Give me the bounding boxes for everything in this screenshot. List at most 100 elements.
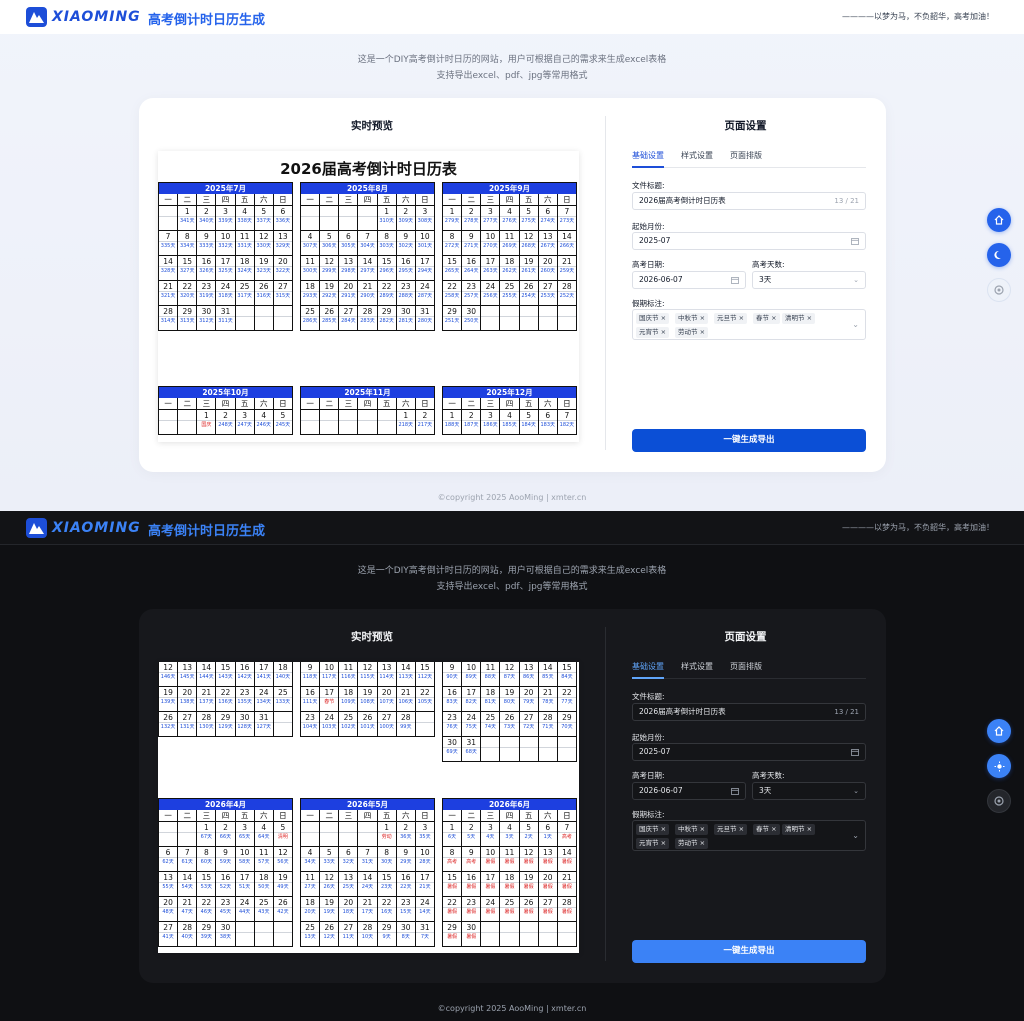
holiday-tag[interactable]: 中秋节 ×	[675, 824, 709, 835]
tab-page-layout[interactable]: 页面排版	[730, 150, 762, 168]
countdown-label: 263天	[483, 268, 498, 274]
holiday-tag[interactable]: 国庆节 ×	[636, 824, 670, 835]
theme-toggle-button[interactable]	[987, 754, 1011, 778]
day-cell: 23 257天	[462, 281, 482, 305]
countdown-label: 56天	[277, 859, 289, 865]
tab-style-settings[interactable]: 样式设置	[681, 661, 713, 679]
countdown-label: 136天	[218, 699, 233, 705]
countdown-label: 309天	[398, 218, 414, 224]
day-number: 17	[481, 872, 500, 883]
day-cell: 25 102天	[339, 712, 359, 736]
holiday-tag[interactable]: 中秋节 ×	[675, 313, 709, 324]
export-button[interactable]: 一键生成导出	[632, 429, 866, 452]
tab-page-layout[interactable]: 页面排版	[730, 661, 762, 679]
day-number: 29	[377, 306, 396, 317]
countdown-label: 13天	[304, 934, 316, 940]
exam-date-picker[interactable]: 2026-06-07	[632, 782, 746, 800]
panel-divider	[605, 116, 606, 450]
day-cell: 26 73天	[500, 712, 520, 736]
holiday-tag[interactable]: 春节 ×	[753, 824, 780, 835]
countdown-label: 44天	[238, 909, 251, 915]
day-cell: 20 322天	[273, 256, 292, 280]
countdown-label: 265天	[444, 268, 460, 274]
day-cell: 30 281天	[396, 306, 416, 330]
logo-text[interactable]: XIAOMING	[52, 9, 141, 25]
day-number: 7	[557, 410, 576, 421]
countdown-label: 国庆	[201, 422, 212, 428]
day-cell: 26 254天	[519, 281, 539, 305]
day-cell	[377, 410, 397, 434]
theme-toggle-button[interactable]	[987, 243, 1011, 267]
exam-date-picker[interactable]: 2026-06-07	[632, 271, 746, 289]
day-number: 25	[481, 712, 500, 723]
home-float-button[interactable]	[987, 719, 1011, 743]
tab-basic-settings[interactable]: 基础设置	[632, 150, 664, 168]
weekday-label: 五	[378, 398, 397, 409]
day-number: 21	[557, 256, 576, 267]
day-cell: 28 40天	[178, 922, 198, 946]
tab-basic-settings[interactable]: 基础设置	[632, 661, 664, 679]
holiday-tag[interactable]: 元宵节 ×	[636, 327, 670, 338]
home-float-button[interactable]	[987, 208, 1011, 232]
file-title-input[interactable]: 2026届高考倒计时日历表 13 / 21	[632, 192, 866, 210]
countdown-label: 77天	[561, 699, 573, 705]
day-cell: 12 330天	[254, 231, 274, 255]
countdown-label: 253天	[540, 293, 556, 299]
day-cell: 1 劳动	[377, 822, 397, 846]
holiday-tag[interactable]: 春节 ×	[753, 313, 780, 324]
start-month-picker[interactable]: 2025-07	[632, 232, 866, 250]
calendar-preview[interactable]: 12 146天 13 145天 14 144天 15 143天 16 142天 17 141天 18 14…	[158, 662, 579, 953]
countdown-label	[236, 933, 254, 934]
day-number: 7	[557, 206, 576, 217]
weekday-label: 六	[255, 398, 274, 409]
day-number: 2	[396, 822, 415, 833]
day-cell	[254, 306, 274, 330]
logo-icon[interactable]	[26, 518, 47, 538]
countdown-label: 18天	[342, 909, 355, 915]
day-number: 26	[519, 281, 538, 292]
settings-title: 页面设置	[724, 631, 767, 643]
day-cell: 19 139天	[159, 687, 179, 711]
exam-days-value: 3天	[759, 786, 772, 795]
day-cell	[481, 306, 501, 330]
day-cell: 22 77天	[557, 687, 576, 711]
exam-days-select[interactable]: 3天 ⌄	[752, 782, 866, 800]
holiday-tag[interactable]: 清明节 ×	[782, 313, 816, 324]
day-cell: 17 325天	[216, 256, 236, 280]
holiday-tag[interactable]: 元旦节 ×	[714, 313, 748, 324]
weekday-label: 日	[563, 811, 571, 820]
day-cell	[538, 737, 558, 761]
countdown-label: 335天	[160, 243, 176, 249]
calendar-preview[interactable]: 2026届高考倒计时日历表 2025年7月一二三四五六日 1 341天 2 340天 3 3…	[158, 151, 579, 442]
holiday-tag[interactable]: 国庆节 ×	[636, 313, 670, 324]
holiday-tag[interactable]: 元旦节 ×	[714, 824, 748, 835]
tab-style-settings[interactable]: 样式设置	[681, 150, 713, 168]
weekday-label: 日	[279, 811, 287, 820]
logo-text[interactable]: XIAOMING	[52, 520, 141, 536]
exam-days-select[interactable]: 3天 ⌄	[752, 271, 866, 289]
day-number: 21	[159, 281, 178, 292]
day-number: 18	[273, 662, 292, 673]
countdown-label: 268天	[521, 243, 536, 249]
logo-icon[interactable]	[26, 7, 47, 27]
holiday-tag[interactable]: 劳动节 ×	[675, 838, 709, 849]
holiday-tag[interactable]: 劳动节 ×	[675, 327, 709, 338]
file-title-input[interactable]: 2026届高考倒计时日历表 13 / 21	[632, 703, 866, 721]
day-cell: 8 334天	[178, 231, 198, 255]
day-cell: 3 186天	[481, 410, 501, 434]
export-button[interactable]: 一键生成导出	[632, 940, 866, 963]
holiday-tag[interactable]: 元宵节 ×	[636, 838, 670, 849]
start-month-picker[interactable]: 2025-07	[632, 743, 866, 761]
github-float-button[interactable]	[987, 278, 1011, 302]
holiday-multiselect[interactable]: 国庆节 × 中秋节 × 元旦节 × 春节 × 清明节 × 元宵节 × 劳动节 ×…	[632, 820, 866, 851]
countdown-label: 302天	[398, 243, 414, 249]
github-float-button[interactable]	[987, 789, 1011, 813]
day-number	[159, 410, 178, 421]
holiday-multiselect[interactable]: 国庆节 × 中秋节 × 元旦节 × 春节 × 清明节 × 元宵节 × 劳动节 ×…	[632, 309, 866, 340]
day-number: 29	[216, 712, 235, 723]
holiday-tag[interactable]: 清明节 ×	[782, 824, 816, 835]
countdown-label: 127天	[256, 724, 272, 730]
day-cell: 27 41天	[159, 922, 179, 946]
day-cell: 28 314天	[159, 306, 179, 330]
countdown-label: 182天	[559, 422, 575, 428]
